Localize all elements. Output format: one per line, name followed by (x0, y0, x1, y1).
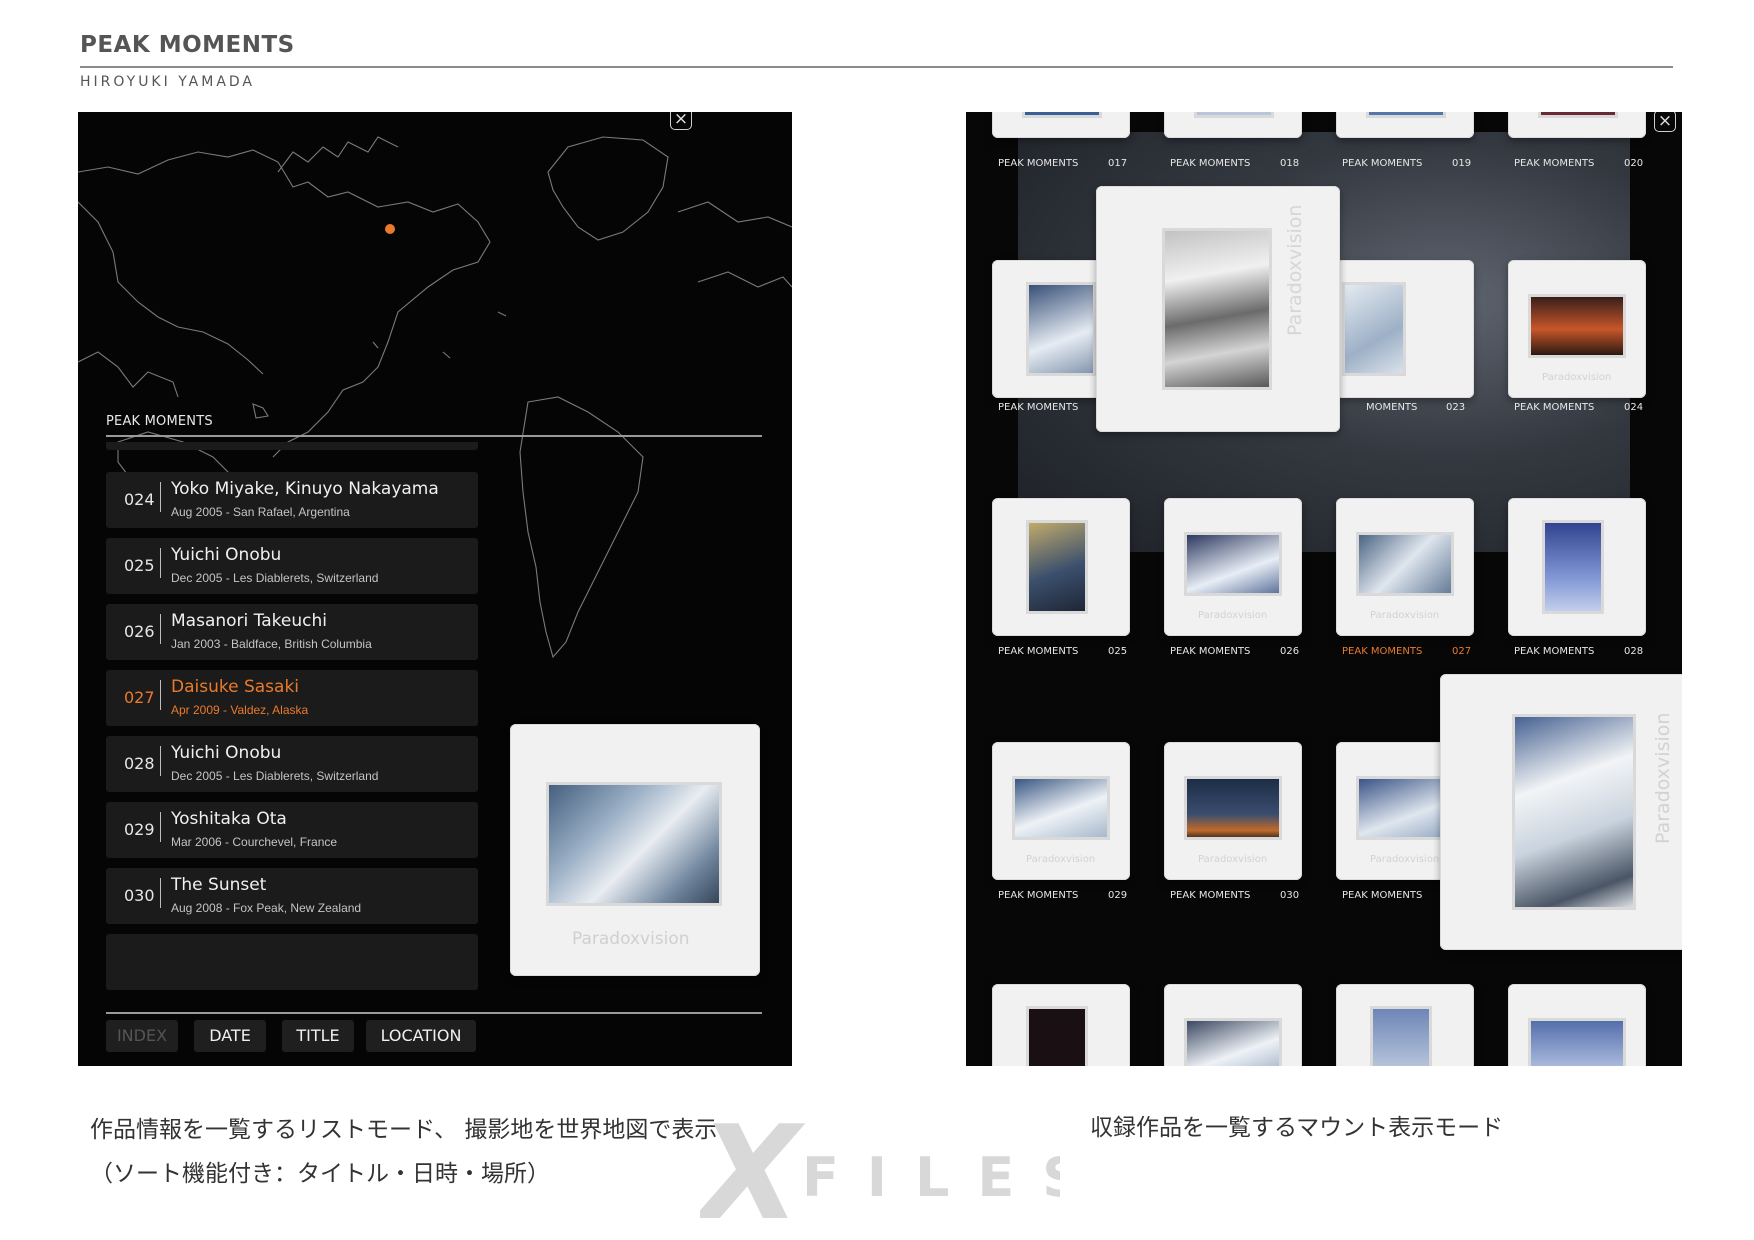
mount-caption: PEAK MOMENTS 029 (998, 890, 1128, 901)
close-button[interactable]: × (1654, 112, 1676, 132)
document-title: PEAK MOMENTS (80, 32, 295, 58)
preview-slide-mount[interactable]: Paradoxvision (510, 724, 760, 976)
sort-index-button[interactable]: INDEX (106, 1020, 178, 1052)
row-divider (160, 548, 161, 578)
mount-caption: MOMENTS 023 (1366, 402, 1466, 413)
slide-mount[interactable] (992, 498, 1130, 636)
row-detail: Mar 2006 - Courchevel, France (171, 835, 338, 849)
list-item[interactable]: 024 Yoko Miyake, Kinuyo Nakayama Aug 200… (106, 472, 478, 528)
row-divider (160, 746, 161, 776)
row-number: 025 (124, 556, 155, 575)
slide-mount[interactable]: Paradoxvision (1508, 260, 1646, 398)
close-button[interactable]: × (670, 112, 692, 130)
mount-caption: PEAK MOMENTS 020 (1514, 158, 1644, 169)
document-author: HIROYUKI YAMADA (80, 74, 256, 90)
list-header-divider (106, 435, 762, 437)
mount-caption: PEAK MOMENTS 025 (998, 646, 1128, 657)
slide-mount[interactable] (1508, 984, 1646, 1066)
list-item[interactable] (106, 934, 478, 990)
enlarged-slide-mount[interactable]: Paradoxvision (1096, 186, 1340, 432)
row-number: 027 (124, 688, 155, 707)
mount-caption: PEAK MOMENTS 026 (1170, 646, 1300, 657)
mount-caption-selected: PEAK MOMENTS 027 (1342, 646, 1472, 657)
list-item[interactable]: 028 Yuichi Onobu Dec 2005 - Les Diablere… (106, 736, 478, 792)
map-location-marker (385, 224, 395, 234)
slide-mount[interactable]: Paradoxvision (1164, 742, 1302, 880)
list-mode-caption: 作品情報を一覧するリストモード、 撮影地を世界地図で表示 （ソート機能付き：タイ… (90, 1117, 718, 1187)
slide-mount[interactable] (1508, 112, 1646, 138)
list-item-selected[interactable]: 027 Daisuke Sasaki Apr 2009 - Valdez, Al… (106, 670, 478, 726)
row-title: Yuichi Onobu (171, 545, 282, 565)
slide-mount[interactable] (1336, 984, 1474, 1066)
mount-mode-screen: × PEAK MOMENTS 017 PEAK MOMENTS 018 PEAK M… (966, 112, 1682, 1066)
mount-mode-caption: 収録作品を一覧するマウント表示モード (1090, 1115, 1504, 1141)
row-detail: Apr 2009 - Valdez, Alaska (171, 703, 309, 717)
row-divider (160, 878, 161, 908)
row-detail: Dec 2005 - Les Diablerets, Switzerland (171, 769, 379, 783)
row-divider (160, 812, 161, 842)
row-detail: Jan 2003 - Baldface, British Columbia (171, 637, 372, 651)
title-divider (80, 66, 1673, 68)
mount-caption: PEAK MOMENTS 030 (1170, 890, 1300, 901)
list-item[interactable]: 029 Yoshitaka Ota Mar 2006 - Courchevel,… (106, 802, 478, 858)
row-number: 024 (124, 490, 155, 509)
slide-mount[interactable] (992, 112, 1130, 138)
svg-text:FILES: FILES (802, 1146, 1060, 1209)
list-mode-screen: × × PEAK MOMENTS 024 Yoko Miyake, Kinuyo… (78, 112, 792, 1066)
row-number: 029 (124, 820, 155, 839)
enlarged-slide-mount[interactable]: Paradoxvision (1440, 674, 1682, 950)
row-title: Yuichi Onobu (171, 743, 282, 763)
row-detail: Aug 2005 - San Rafael, Argentina (171, 505, 350, 519)
row-title: Yoshitaka Ota (171, 809, 287, 829)
list-item[interactable]: 030 The Sunset Aug 2008 - Fox Peak, New … (106, 868, 478, 924)
svg-text:X: X (700, 1100, 806, 1240)
sort-location-button[interactable]: LOCATION (366, 1020, 476, 1052)
sort-bar-divider (106, 1012, 762, 1014)
list-header: PEAK MOMENTS (106, 414, 213, 429)
work-list[interactable]: 024 Yoko Miyake, Kinuyo Nakayama Aug 200… (106, 442, 478, 1066)
list-item[interactable]: 026 Masanori Takeuchi Jan 2003 - Baldfac… (106, 604, 478, 660)
slide-mount[interactable] (1336, 260, 1474, 398)
mount-caption: PEAK MOMENTS 024 (1514, 402, 1644, 413)
slide-mount[interactable] (1164, 112, 1302, 138)
row-title: The Sunset (171, 875, 267, 895)
enlarged-photo (1512, 714, 1636, 910)
slide-mount-selected[interactable]: Paradoxvision (1336, 498, 1474, 636)
row-number: 030 (124, 886, 155, 905)
mount-caption: PEAK MOMENTS 019 (1342, 158, 1472, 169)
mount-caption: PEAK MOMENTS 018 (1170, 158, 1300, 169)
slide-mount[interactable] (1164, 984, 1302, 1066)
row-divider (160, 680, 161, 710)
slide-mount[interactable] (1508, 498, 1646, 636)
enlarged-photo (1162, 228, 1272, 390)
row-title: Masanori Takeuchi (171, 611, 327, 631)
slide-mount[interactable] (1336, 112, 1474, 138)
sort-date-button[interactable]: DATE (194, 1020, 266, 1052)
row-divider (160, 482, 161, 512)
mount-caption: PEAK MOMENTS 028 (1514, 646, 1644, 657)
row-divider (160, 614, 161, 644)
list-item[interactable] (106, 442, 478, 450)
row-number: 026 (124, 622, 155, 641)
list-item[interactable]: 025 Yuichi Onobu Dec 2005 - Les Diablere… (106, 538, 478, 594)
row-title: Daisuke Sasaki (171, 677, 300, 697)
mount-brand-label: Paradoxvision (572, 929, 690, 949)
slide-mount[interactable]: Paradoxvision (1164, 498, 1302, 636)
mount-caption: PEAK MOMENTS 017 (998, 158, 1128, 169)
slide-mount[interactable] (992, 984, 1130, 1066)
preview-photo (546, 782, 722, 906)
row-title: Yoko Miyake, Kinuyo Nakayama (171, 479, 439, 499)
slide-mount[interactable]: Paradoxvision (992, 742, 1130, 880)
row-detail: Aug 2008 - Fox Peak, New Zealand (171, 901, 362, 915)
row-number: 028 (124, 754, 155, 773)
xfiles-watermark-logo: X FILES (700, 1100, 1060, 1240)
row-detail: Dec 2005 - Les Diablerets, Switzerland (171, 571, 379, 585)
sort-title-button[interactable]: TITLE (282, 1020, 354, 1052)
